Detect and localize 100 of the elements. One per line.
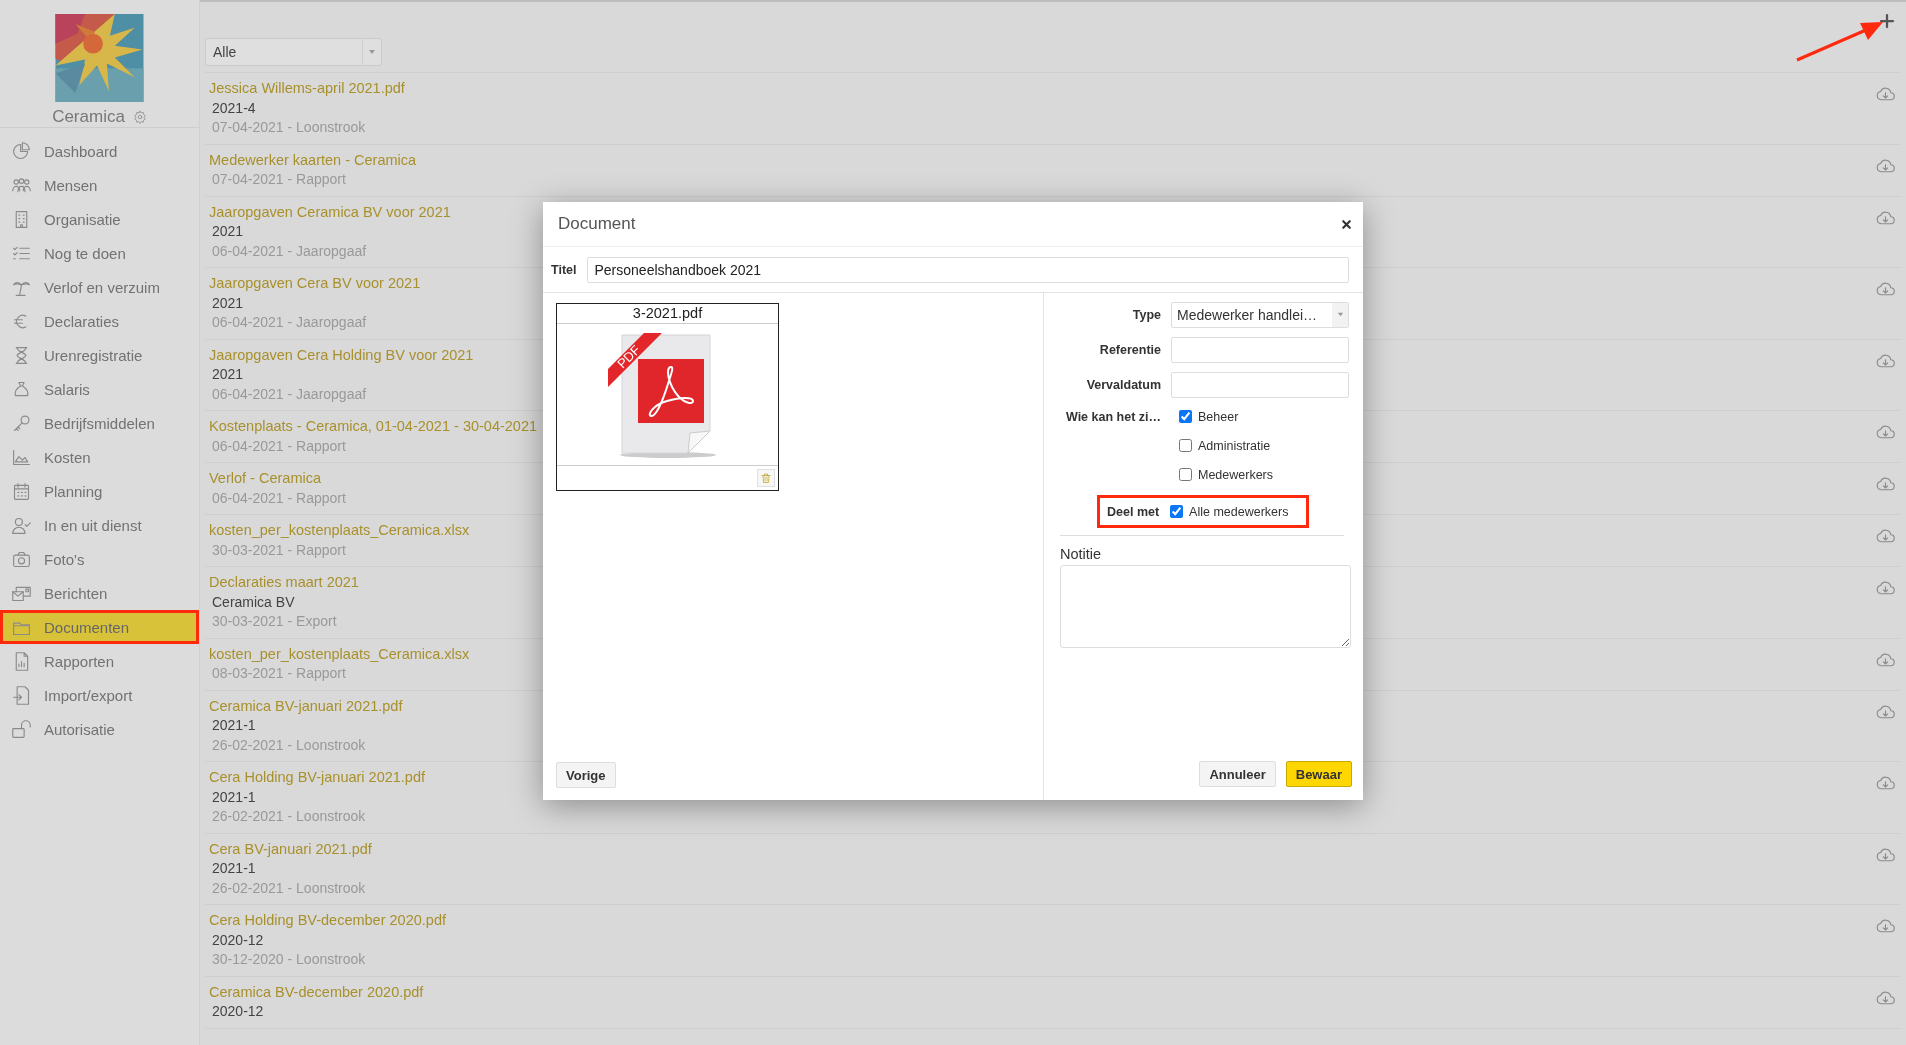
file-name: 3-2021.pdf <box>557 304 778 324</box>
field-label: Titel <box>551 262 577 277</box>
file-import-icon <box>11 684 32 706</box>
field-label: Type <box>1132 307 1161 322</box>
sidebar-item[interactable]: Organisatie <box>0 202 199 236</box>
document-title[interactable]: Kostenplaats - Ceramica, 01-04-2021 - 30-04-2021 <box>209 417 538 437</box>
field-label: Notitie <box>1060 546 1103 562</box>
close-icon[interactable] <box>1340 217 1353 231</box>
sidebar-item[interactable]: Rapporten <box>0 644 199 678</box>
document-meta: 26-02-2021 - Loonstrook <box>211 735 366 755</box>
document-row[interactable]: Ceramica BV-december 2020.pdf 2020-12 <box>205 976 1900 1029</box>
document-meta: 06-04-2021 - Rapport <box>211 488 346 508</box>
sidebar-item[interactable]: Foto's <box>0 542 199 576</box>
document-row[interactable]: Cera Holding BV-december 2020.pdf 2020-12 30-12-2020 - Loonstrook <box>205 905 1900 977</box>
document-meta: 07-04-2021 - Loonstrook <box>211 118 366 137</box>
document-period: 2021-4 <box>211 98 256 118</box>
field-label: Referentie <box>1099 342 1161 357</box>
sidebar-item[interactable]: In en uit dienst <box>0 508 199 542</box>
pie-chart-icon <box>11 140 32 162</box>
document-period: 2021-1 <box>211 787 256 807</box>
document-period: 2020-12 <box>211 930 264 950</box>
sidebar-item[interactable]: Documenten <box>0 610 199 644</box>
document-title[interactable]: Declaraties maart 2021 <box>209 573 359 593</box>
title-field[interactable]: Personeelshandboek 2021 <box>587 256 1349 283</box>
document-meta: 06-04-2021 - Jaaropgaaf <box>211 313 367 332</box>
previous-button[interactable]: Vorige <box>556 762 616 788</box>
trash-icon <box>760 472 772 484</box>
expiry-date-field[interactable] <box>1171 371 1349 398</box>
document-meta: 06-04-2021 - Jaaropgaaf <box>211 241 367 261</box>
document-title[interactable]: Cera Holding BV-januari 2021.pdf <box>209 768 426 788</box>
document-title[interactable]: Jessica Willems-april 2021.pdf <box>209 79 405 99</box>
checkbox-label: Medewerkers <box>1198 467 1274 482</box>
document-title[interactable]: kosten_per_kostenplaats_Ceramica.xlsx <box>209 521 470 541</box>
document-period: Ceramica BV <box>211 592 295 612</box>
document-meta: 08-03-2021 - Rapport <box>211 664 346 683</box>
sidebar-item[interactable]: Mensen <box>0 168 199 202</box>
sidebar-item[interactable]: Declaraties <box>0 304 199 338</box>
document-period: 2021-1 <box>211 859 256 878</box>
document-title[interactable]: Cera BV-januari 2021.pdf <box>209 839 372 859</box>
pdf-file-icon <box>607 332 716 458</box>
sidebar-item[interactable]: Dashboard <box>0 134 199 168</box>
sidebar-item[interactable]: Autorisatie <box>0 712 199 746</box>
reference-field[interactable] <box>1171 336 1349 363</box>
document-meta: 07-04-2021 - Rapport <box>211 170 346 189</box>
caret-icon <box>1335 310 1345 319</box>
type-dropdown[interactable]: Medewerker handlei… <box>1171 301 1349 328</box>
settings-icon[interactable] <box>132 110 147 124</box>
sidebar-item[interactable]: Planning <box>0 474 199 508</box>
dialog-title: Document <box>558 214 636 234</box>
document-meta: 06-04-2021 - Jaaropgaaf <box>211 384 367 404</box>
document-meta: 26-02-2021 - Loonstrook <box>211 878 366 898</box>
cancel-button[interactable]: Annuleer <box>1199 761 1276 787</box>
field-label: Vervaldatum <box>1086 377 1161 392</box>
document-title[interactable]: Jaaropgaven Ceramica BV voor 2021 <box>209 202 451 222</box>
document-row[interactable]: Medewerker kaarten - Ceramica 07-04-2021 - Rapport <box>205 144 1900 197</box>
add-icon[interactable] <box>1878 12 1896 30</box>
document-title[interactable]: Jaaropgaven Cera BV voor 2021 <box>209 274 421 294</box>
document-meta: 30-12-2020 - Loonstrook <box>211 950 366 969</box>
sidebar-item[interactable]: Verlof en verzuim <box>0 270 199 304</box>
document-meta: 06-04-2021 - Rapport <box>211 436 346 456</box>
field-label: Wie kan het zi… <box>1065 409 1161 424</box>
delete-button[interactable] <box>757 469 775 487</box>
field-label: Deel met <box>1107 504 1160 519</box>
document-period: 2021 <box>211 365 244 384</box>
checkbox-label: Alle medewerkers <box>1189 504 1289 519</box>
checkbox[interactable] <box>1179 468 1192 481</box>
document-title[interactable]: kosten_per_kostenplaats_Ceramica.xlsx <box>209 644 470 664</box>
calendar-icon <box>11 480 32 502</box>
checkbox[interactable] <box>1179 410 1192 423</box>
sidebar-item[interactable]: Kosten <box>0 440 199 474</box>
checkbox[interactable] <box>1179 439 1192 452</box>
document-title[interactable]: Jaaropgaven Cera Holding BV voor 2021 <box>209 345 474 365</box>
sidebar-item[interactable]: Bedrijfsmiddelen <box>0 406 199 440</box>
document-period: 2020-12 <box>211 1002 264 1021</box>
document-title[interactable]: Medewerker kaarten - Ceramica <box>209 150 417 170</box>
document-period: 2021 <box>211 293 244 313</box>
document-row[interactable]: Jessica Willems-april 2021.pdf 2021-4 07-04-2021 - Loonstrook <box>205 73 1900 145</box>
document-title[interactable]: Ceramica BV-december 2020.pdf <box>209 982 424 1002</box>
sidebar-item[interactable]: Urenregistratie <box>0 338 199 372</box>
filter-dropdown[interactable]: Alle <box>205 38 382 66</box>
document-title[interactable]: Ceramica BV-januari 2021.pdf <box>209 696 403 716</box>
company-name: Ceramica <box>52 107 125 127</box>
sidebar-item[interactable]: Nog te doen <box>0 236 199 270</box>
sidebar-item[interactable]: Salaris <box>0 372 199 406</box>
checkbox-label: Beheer <box>1198 409 1239 424</box>
document-meta: 30-03-2021 - Export <box>211 612 337 631</box>
document-meta: 26-02-2021 - Loonstrook <box>211 807 366 826</box>
document-period: 2021-1 <box>211 716 256 735</box>
unlock-icon <box>11 718 32 740</box>
checkbox[interactable] <box>1170 505 1184 518</box>
key-icon <box>11 412 32 434</box>
save-button[interactable]: Bewaar <box>1285 761 1352 787</box>
sidebar-item[interactable]: Berichten <box>0 576 199 610</box>
document-row[interactable]: Cera BV-januari 2021.pdf 2021-1 26-02-2021 - Loonstrook <box>205 833 1900 905</box>
document-meta: 30-03-2021 - Rapport <box>211 540 346 560</box>
note-field[interactable] <box>1060 565 1351 648</box>
document-title[interactable]: Verlof - Ceramica <box>209 469 321 489</box>
sidebar-item[interactable]: Import/export <box>0 678 199 712</box>
document-title[interactable]: Cera Holding BV-december 2020.pdf <box>209 911 446 931</box>
checkbox-label: Administratie <box>1198 438 1271 453</box>
